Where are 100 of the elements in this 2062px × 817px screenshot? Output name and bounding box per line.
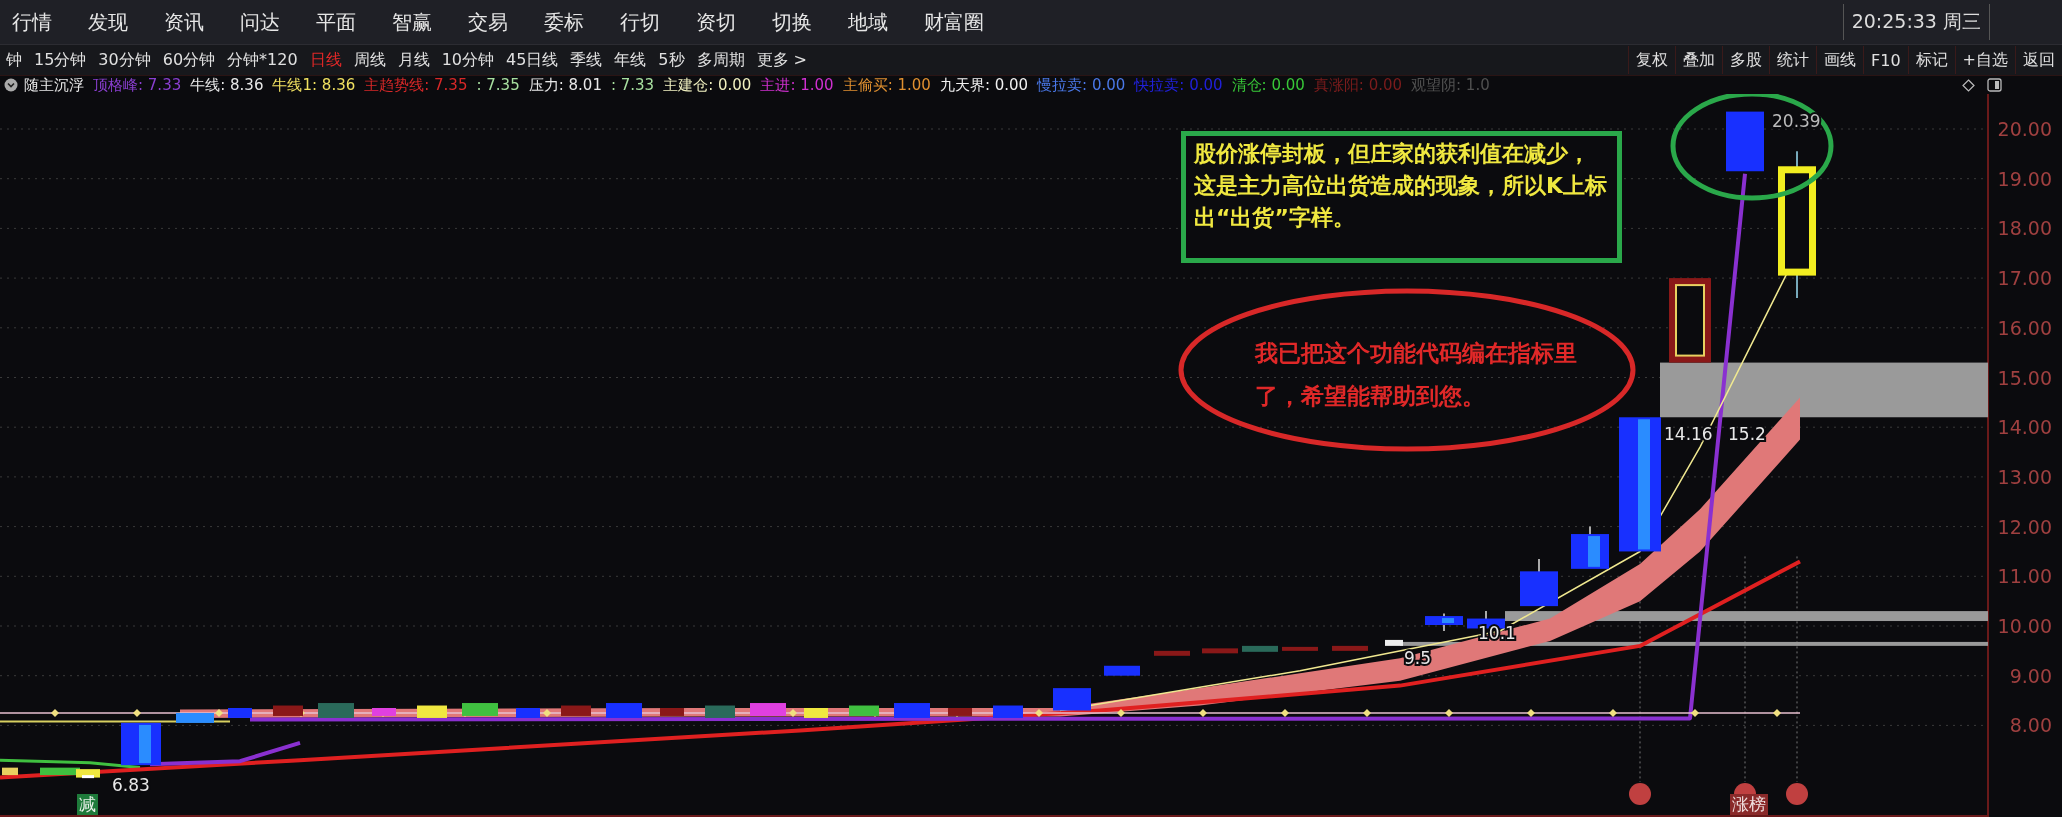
signal-marker-icon — [1629, 783, 1651, 805]
candlestick — [228, 708, 252, 718]
candlestick — [273, 705, 303, 716]
indicator-value: 牛线1: 8.36 — [272, 75, 356, 95]
diamond-icon[interactable] — [1962, 78, 1975, 92]
period-tab[interactable]: 日线 — [303, 47, 348, 73]
menu-item[interactable]: 财富圈 — [922, 8, 986, 36]
price-axis-label: 11.00 — [1997, 565, 2052, 588]
period-tab[interactable]: 周线 — [347, 47, 392, 73]
price-axis-label: 19.00 — [1997, 167, 2052, 190]
candlestick — [1202, 648, 1238, 654]
price-axis-label: 9.00 — [2009, 664, 2052, 687]
period-tab[interactable]: 钟 — [0, 47, 28, 73]
indicator-value: 快拉卖: 0.00 — [1134, 75, 1223, 95]
price-axis-label: 16.00 — [1997, 316, 2052, 339]
menu-item[interactable]: 行情 — [10, 8, 54, 36]
period-tab[interactable]: 15分钟 — [28, 47, 93, 73]
candlestick — [1332, 645, 1368, 651]
menu-item[interactable]: 问达 — [238, 8, 282, 36]
indicator-value: 观望阴: 1.0 — [1411, 75, 1490, 95]
indicator-value: 牛线: 8.36 — [190, 75, 264, 95]
price-axis-label: 18.00 — [1997, 217, 2052, 240]
candlestick — [804, 708, 828, 718]
price-axis-label: 13.00 — [1997, 465, 2052, 488]
period-tab[interactable]: 10分钟 — [435, 47, 500, 73]
clock-display: 20:25:33 周三 — [1842, 4, 1990, 40]
candlestick — [1726, 111, 1764, 172]
menu-item[interactable]: 切换 — [770, 8, 814, 36]
toolbar-button[interactable]: 复权 — [1628, 46, 1676, 74]
menu-item[interactable]: 智赢 — [390, 8, 434, 36]
toolbar-button[interactable]: 统计 — [1769, 46, 1817, 74]
candlestick — [516, 708, 540, 718]
indicator-value: 真涨阳: 0.00 — [1313, 75, 1403, 95]
price-axis-label: 20.00 — [1997, 118, 2052, 140]
candlestick — [606, 703, 642, 718]
menu-item[interactable]: 交易 — [466, 8, 510, 36]
candlestick — [660, 708, 684, 716]
period-tab[interactable]: 5秒 — [652, 47, 691, 73]
period-tab[interactable]: 45日线 — [500, 47, 565, 73]
period-tab[interactable]: 分钟*120 — [221, 47, 304, 73]
candlestick — [462, 703, 498, 716]
candlestick — [1053, 688, 1091, 711]
menu-item[interactable]: 资切 — [694, 8, 738, 36]
panel-toggle-icon[interactable] — [1987, 78, 2002, 92]
candlestick — [1385, 639, 1403, 648]
price-axis-label: 12.00 — [1997, 515, 2052, 538]
menu-item[interactable]: 资讯 — [162, 8, 206, 36]
candlestick — [2, 767, 18, 776]
candlestick — [561, 705, 591, 716]
price-label: 15.2 — [1728, 424, 1766, 444]
indicator-value: 压力: 8.01 — [528, 75, 602, 95]
indicator-value: : 7.35 — [476, 76, 520, 94]
price-axis-label: 10.00 — [1997, 615, 2052, 637]
candlestick — [993, 705, 1023, 718]
dropdown-circle-icon[interactable] — [4, 78, 18, 92]
candlestick — [1242, 645, 1278, 652]
candlestick — [894, 703, 930, 718]
indicator-value: 慢拉卖: 0.00 — [1037, 75, 1126, 95]
toolbar-button[interactable]: 叠加 — [1675, 46, 1723, 74]
indicator-value: 清仓: 0.00 — [1231, 75, 1305, 95]
period-tab[interactable]: 多周期 — [690, 47, 751, 73]
price-axis-label: 17.00 — [1997, 267, 2052, 290]
toolbar-button[interactable]: F10 — [1863, 46, 1908, 74]
menu-item[interactable]: 地域 — [846, 8, 890, 36]
indicator-value: 顶格峰: 7.33 — [93, 75, 182, 95]
period-tab[interactable]: 季线 — [564, 47, 609, 73]
indicator-value: 主趋势线: 7.35 — [364, 75, 468, 95]
indicator-name: 随主沉浮 — [24, 75, 84, 95]
period-tab[interactable]: 更多 > — [750, 47, 814, 73]
price-axis-label: 15.00 — [1997, 366, 2052, 389]
period-tab[interactable]: 年线 — [608, 47, 653, 73]
price-axis-label: 14.00 — [1997, 416, 2052, 439]
candlestick — [121, 722, 161, 766]
menu-item[interactable]: 平面 — [314, 8, 358, 36]
annotation-text: 我已把这个功能代码编在指标里了，希望能帮助到您。 — [1255, 339, 1578, 411]
menu-item[interactable]: 行切 — [618, 8, 662, 36]
price-label: 9.5 — [1404, 648, 1432, 668]
menu-item[interactable]: 发现 — [86, 8, 130, 36]
candlestick — [1425, 612, 1463, 632]
toolbar-button[interactable]: +自选 — [1954, 46, 2015, 74]
toolbar-button[interactable]: 返回 — [2015, 46, 2062, 74]
candlestick — [1154, 650, 1190, 656]
candlestick — [176, 713, 214, 723]
candlestick — [948, 708, 972, 716]
price-axis-label: 8.00 — [2009, 714, 2052, 737]
signal-badge: 涨榜 — [1730, 794, 1768, 815]
period-tab[interactable]: 30分钟 — [92, 47, 157, 73]
indicator-value: 主建仓: 0.00 — [663, 75, 752, 95]
candlestick — [750, 703, 786, 716]
annotation-box: 股价涨停封板，但庄家的获利值在减少，这是主力高位出货造成的现象，所以K上标出“出货”字样。 — [1181, 131, 1622, 263]
price-label: 6.83 — [112, 775, 150, 795]
period-tab[interactable]: 月线 — [391, 47, 436, 73]
toolbar-button[interactable]: 画线 — [1816, 46, 1864, 74]
toolbar-button[interactable]: 多股 — [1722, 46, 1770, 74]
menu-item[interactable]: 委标 — [542, 8, 586, 36]
signal-marker-icon — [1786, 783, 1808, 805]
period-tab[interactable]: 60分钟 — [156, 47, 222, 73]
indicator-value: 主进: 1.00 — [760, 75, 834, 95]
candlestick — [372, 708, 396, 716]
toolbar-button[interactable]: 标记 — [1907, 46, 1955, 74]
